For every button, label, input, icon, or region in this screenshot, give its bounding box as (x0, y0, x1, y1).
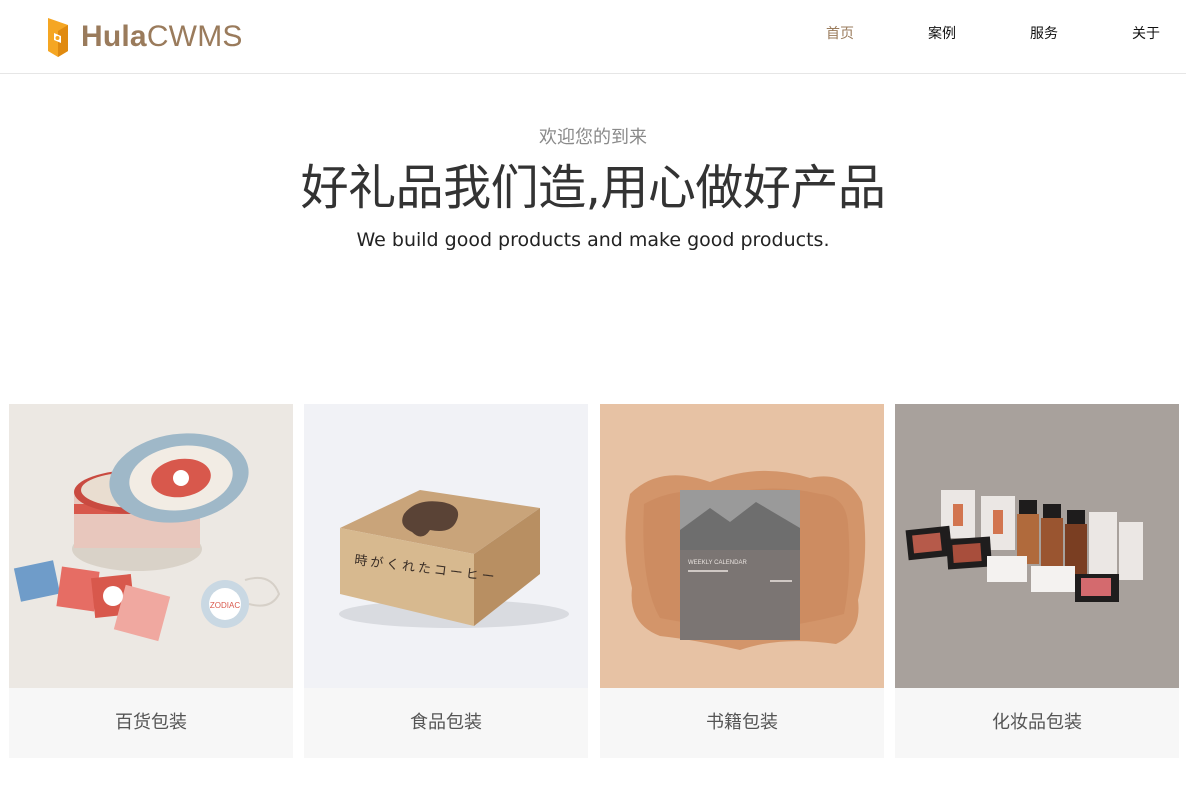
brand-name-light: CWMS (146, 20, 243, 53)
category-card-food[interactable]: 時がくれたコーヒー 食品包装 (304, 404, 588, 758)
brand-name-bold: Hula (81, 20, 147, 53)
calendar-book-packaging-image: WEEKLY CALENDAR (600, 404, 884, 688)
zodiac-label: ZODIAC (210, 601, 240, 610)
hero-subtitle: We build good products and make good pro… (356, 229, 830, 251)
cosmetics-packaging-image (895, 404, 1179, 688)
kraft-food-box-image: 時がくれたコーヒー (304, 404, 588, 688)
site-logo[interactable]: HulaCWMS (44, 14, 243, 60)
category-caption: 百货包装 (115, 712, 187, 733)
category-caption: 食品包装 (410, 712, 482, 733)
brand-name: HulaCWMS (81, 15, 243, 59)
calendar-title-text: WEEKLY CALENDAR (688, 560, 747, 566)
hula-logo-icon (48, 18, 68, 57)
hero-welcome: 欢迎您的到来 (539, 127, 647, 148)
category-caption: 化妆品包装 (992, 712, 1082, 733)
nav-item-home[interactable]: 首页 (820, 24, 860, 44)
product-category-grid: ZODIAC 百货包装 時がくれたコーヒー 食品包装 WEEKLY CALEND… (9, 404, 1181, 758)
site-header: HulaCWMS 首页 案例 服务 关于 (0, 0, 1186, 74)
category-caption: 书籍包装 (706, 712, 778, 733)
nav-item-about[interactable]: 关于 (1126, 24, 1166, 44)
hero-headline: 好礼品我们造,用心做好产品 (300, 160, 886, 216)
category-card-general[interactable]: ZODIAC 百货包装 (9, 404, 293, 758)
nav-item-cases[interactable]: 案例 (922, 24, 962, 44)
nav-item-services[interactable]: 服务 (1024, 24, 1064, 44)
zodiac-tin-packaging-image: ZODIAC (9, 404, 293, 688)
category-card-cosmetics[interactable]: 化妆品包装 (895, 404, 1179, 758)
category-card-books[interactable]: WEEKLY CALENDAR 书籍包装 (600, 404, 884, 758)
